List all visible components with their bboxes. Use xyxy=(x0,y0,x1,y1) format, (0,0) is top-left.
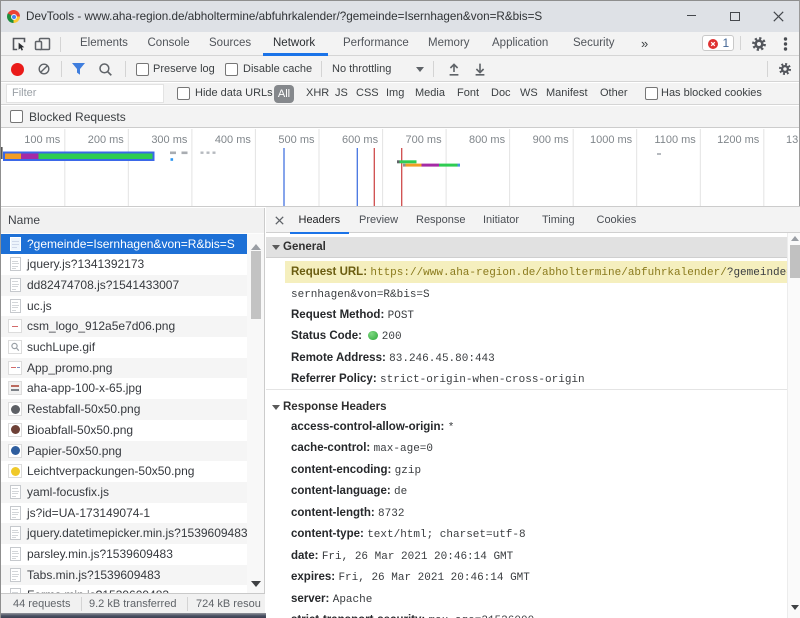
svg-text:300 ms: 300 ms xyxy=(151,134,188,146)
svg-text:700 ms: 700 ms xyxy=(406,134,443,146)
svg-text:13: 13 xyxy=(786,134,798,146)
svg-text:600 ms: 600 ms xyxy=(342,134,379,146)
svg-text:100 ms: 100 ms xyxy=(24,134,61,146)
svg-text:1000 ms: 1000 ms xyxy=(590,134,633,146)
svg-text:200 ms: 200 ms xyxy=(88,134,125,146)
svg-text:900 ms: 900 ms xyxy=(533,134,570,146)
svg-text:1100 ms: 1100 ms xyxy=(654,134,696,146)
svg-text:400 ms: 400 ms xyxy=(215,134,252,146)
svg-text:1200 ms: 1200 ms xyxy=(717,134,760,146)
svg-text:500 ms: 500 ms xyxy=(278,134,315,146)
svg-text:800 ms: 800 ms xyxy=(469,134,506,146)
